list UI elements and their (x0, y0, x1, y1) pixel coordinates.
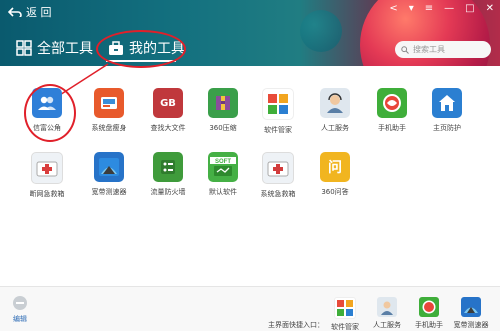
footer-bar: 编辑 主界面快捷入口： 软件管家 人工服务 手机助手 宽带测速器 (0, 286, 500, 331)
minus-circle-icon (13, 296, 27, 310)
tool-tile[interactable]: 360压缩 (198, 88, 248, 133)
software-manager-icon (262, 88, 294, 120)
phone-assistant-icon (377, 88, 407, 118)
annotation-arrow (51, 63, 109, 101)
tool-label: 360问答 (321, 188, 349, 196)
traffic-firewall-icon (153, 152, 183, 182)
phone-assistant-icon (419, 297, 439, 317)
tool-label: 软件管家 (264, 126, 292, 134)
tool-tile[interactable]: 人工服务 (310, 88, 360, 133)
quick-item[interactable]: 手机助手 (406, 297, 452, 330)
speed-test-icon (461, 297, 481, 317)
tool-tile[interactable]: SOFT 默认软件 (198, 152, 248, 197)
disk-slim-icon (94, 88, 124, 118)
soft-icon: SOFT (208, 152, 238, 182)
tool-label: 查找大文件 (150, 124, 186, 132)
tool-tile[interactable]: 断网急救箱 (22, 152, 72, 199)
gb-file-icon: GB (153, 88, 183, 118)
quick-item-label: 手机助手 (415, 321, 443, 329)
system-first-aid-icon (262, 152, 294, 184)
edit-label: 编辑 (13, 315, 27, 323)
quick-item-label: 软件管家 (331, 323, 359, 331)
tool-tile[interactable]: 问 360问答 (310, 152, 360, 197)
tool-tile[interactable]: 宽带测速器 (84, 152, 134, 197)
tool-tile[interactable]: 系统急救箱 (253, 152, 303, 199)
tool-tile[interactable]: 系统盘瘦身 (84, 88, 134, 133)
tool-label: 系统盘瘦身 (91, 124, 127, 132)
edit-button[interactable]: 编辑 (12, 295, 28, 324)
software-manager-icon (334, 297, 356, 319)
tool-label: 手机助手 (378, 124, 406, 132)
tool-label: 人工服务 (321, 124, 349, 132)
tool-tile[interactable]: 软件管家 (253, 88, 303, 135)
quick-item-label: 人工服务 (373, 321, 401, 329)
tool-label: 系统急救箱 (260, 190, 296, 198)
svg-text:SOFT: SOFT (215, 159, 231, 165)
home-shield-icon (432, 88, 462, 118)
annotation-circle-tool (24, 84, 76, 142)
tool-label: 默认软件 (209, 188, 237, 196)
qa-icon: 问 (320, 152, 350, 182)
archive-icon (208, 88, 238, 118)
tool-tile[interactable]: GB 查找大文件 (143, 88, 193, 133)
tool-tile[interactable]: 手机助手 (367, 88, 417, 133)
quick-item[interactable]: 软件管家 (322, 297, 368, 332)
quick-item[interactable]: 人工服务 (364, 297, 410, 330)
tool-label: 宽带测速器 (91, 188, 127, 196)
tool-label: 流量防火墙 (150, 188, 186, 196)
quick-item[interactable]: 宽带测速器 (448, 297, 494, 330)
tool-tile[interactable]: 流量防火墙 (143, 152, 193, 197)
quick-item-label: 宽带测速器 (453, 321, 489, 329)
tool-tile[interactable]: 主页防护 (422, 88, 472, 133)
tool-label: 主页防护 (433, 124, 461, 132)
customer-service-icon (377, 297, 397, 317)
tool-label: 360压缩 (209, 124, 237, 132)
speed-test-icon (94, 152, 124, 182)
customer-service-icon (320, 88, 350, 118)
network-first-aid-icon (31, 152, 63, 184)
quick-entry-label: 主界面快捷入口： (268, 321, 324, 329)
tool-label: 断网急救箱 (29, 190, 65, 198)
